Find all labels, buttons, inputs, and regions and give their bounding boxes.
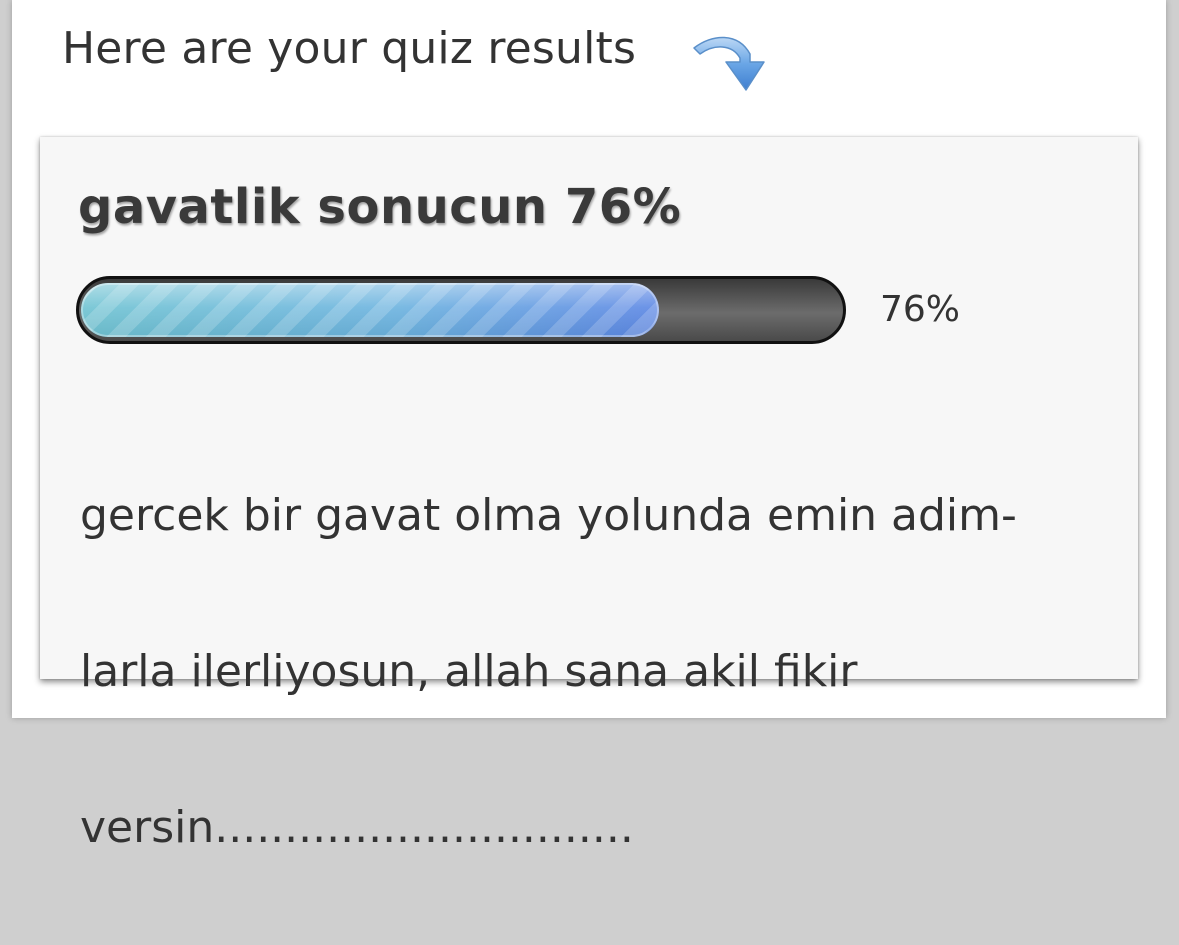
description-line: versin.............................. (80, 802, 634, 853)
intro-text: Here are your quiz results (62, 22, 637, 74)
progress-percent-label: 76% (880, 289, 961, 330)
curved-arrow-down-icon (693, 36, 765, 91)
result-description: gercek bir gavat olma yolunda emin adim-… (80, 399, 1090, 945)
description-line: gercek bir gavat olma yolunda emin adim- (80, 490, 1017, 541)
page: Here are your quiz results gavatlik sonu… (12, 0, 1166, 853)
progress-bar (76, 276, 846, 344)
result-card: gavatlik sonucun 76% 76% gercek bir gava… (40, 137, 1138, 853)
progress-fill (81, 283, 659, 337)
description-line: larla ilerliyosun, allah sana akil fikir (80, 646, 858, 697)
result-title: gavatlik sonucun 76% (78, 179, 682, 235)
